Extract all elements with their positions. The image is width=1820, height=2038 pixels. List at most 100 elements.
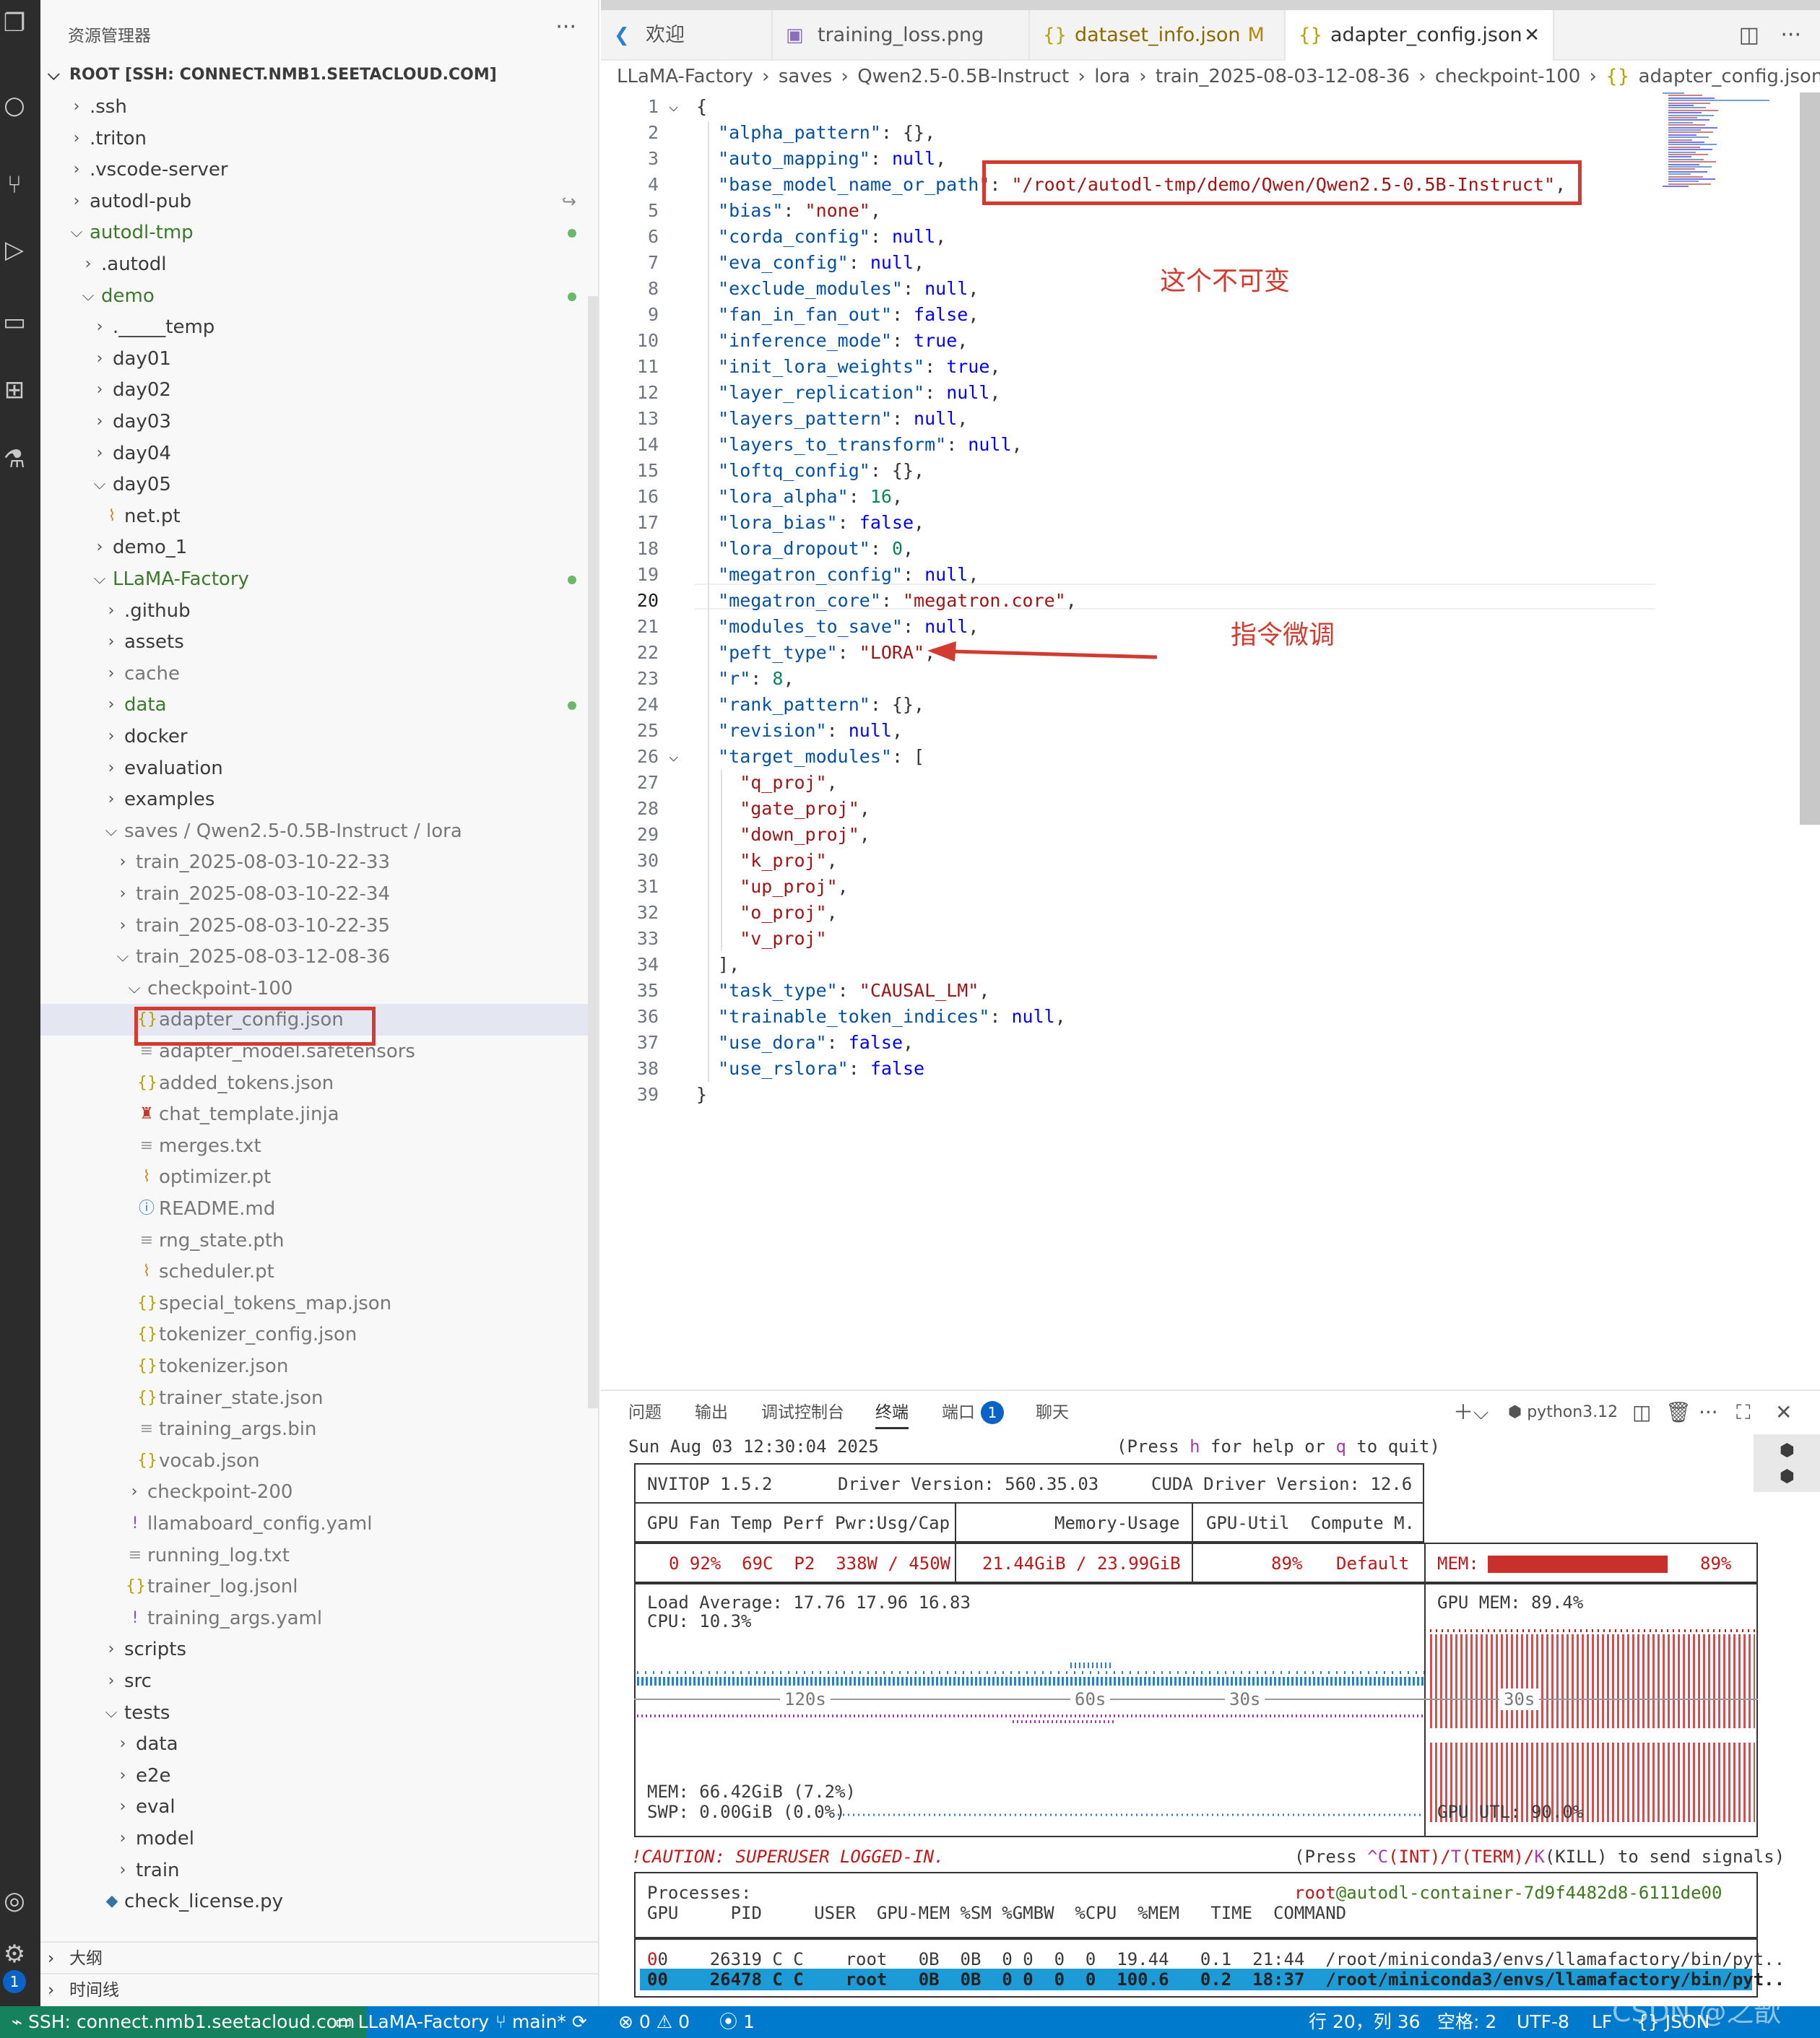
testing-icon[interactable]: ⚗ [0, 445, 29, 474]
tab-dataset-info[interactable]: {} dataset_info.json M [1030, 10, 1286, 61]
folder-item[interactable]: › day04 [40, 438, 598, 469]
code-line[interactable]: 20 "megatron_core": "megatron.core", [601, 588, 1800, 614]
code-line[interactable]: 1 ⌵ { [601, 94, 1800, 120]
tab-terminal[interactable]: 终端 [875, 1398, 909, 1429]
code-line[interactable]: 15 "loftq_config": {}, [601, 458, 1800, 484]
folder-item[interactable]: › .github [40, 595, 598, 627]
split-terminal-icon[interactable]: ◫ [1632, 1398, 1651, 1427]
code-line[interactable]: 32 "o_proj", [601, 900, 1800, 926]
folder-item[interactable]: › train_2025-08-03-10-22-34 [40, 878, 598, 910]
file-item[interactable]: {} tokenizer_config.json [40, 1319, 598, 1350]
folder-item[interactable]: › day02 [40, 374, 598, 406]
process-row-selected[interactable]: 00 26478 C C root 0B 0B 0 0 0 0 100.6 0.… [640, 1969, 1785, 1990]
folder-item[interactable]: › evaluation [40, 753, 598, 784]
tab-output[interactable]: 输出 [695, 1398, 728, 1427]
code-line[interactable]: 26 ⌵ "target_modules": [ [601, 744, 1800, 770]
code-line[interactable]: 6 "corda_config": null, [601, 224, 1800, 250]
split-editor-icon[interactable]: ◫ [1739, 10, 1759, 61]
code-line[interactable]: 38 "use_rslora": false [601, 1056, 1800, 1082]
editor-scrollbar[interactable] [1800, 92, 1820, 825]
folder-item[interactable]: › assets [40, 626, 598, 658]
file-item[interactable]: ◆ check_license.py [40, 1886, 598, 1917]
code-line[interactable]: 22 "peft_type": "LORA", [601, 640, 1800, 666]
file-item[interactable]: ⌇ scheduler.pt [40, 1256, 598, 1288]
file-item[interactable]: {} tokenizer.json [40, 1350, 598, 1382]
tab-adapter-config[interactable]: {} adapter_config.json ✕ [1286, 10, 1554, 61]
tab-problems[interactable]: 问题 [628, 1398, 662, 1427]
folder-item[interactable]: › day03 [40, 406, 598, 438]
remote-indicator[interactable]: ⌁ SSH: connect.nmb1.seetacloud.com [0, 2006, 367, 2038]
folder-item[interactable]: › e2e [40, 1760, 598, 1792]
folder-item[interactable]: ⌵ LLaMA-Factory [40, 563, 598, 595]
file-item[interactable]: ⓘ README.md [40, 1193, 598, 1225]
code-line[interactable]: 16 "lora_alpha": 16, [601, 484, 1800, 510]
folder-item[interactable]: › data [40, 689, 598, 721]
code-line[interactable]: 14 "layers_to_transform": null, [601, 432, 1800, 458]
run-debug-icon[interactable]: ▷ [0, 235, 29, 264]
outline-section[interactable]: › 大纲 [40, 1941, 598, 1973]
folder-item[interactable]: › autodl-pub ↪ [40, 186, 598, 217]
code-line[interactable]: 17 "lora_bias": false, [601, 510, 1800, 536]
folder-item[interactable]: › checkpoint-200 [40, 1476, 598, 1508]
minimap[interactable] [1661, 92, 1777, 208]
terminal-instance-icon[interactable]: ⬢ [1780, 1440, 1795, 1460]
folder-item[interactable]: › train_2025-08-03-10-22-35 [40, 910, 598, 942]
file-item[interactable]: {} trainer_state.json [40, 1382, 598, 1414]
timeline-section[interactable]: › 时间线 [40, 1973, 598, 2005]
terminal-output[interactable]: Sun Aug 03 12:30:04 2025 (Press h for he… [628, 1436, 1785, 2006]
code-line[interactable]: 10 "inference_mode": true, [601, 328, 1800, 354]
code-line[interactable]: 37 "use_dora": false, [601, 1030, 1800, 1056]
more-actions-icon[interactable]: ··· [1699, 1398, 1718, 1427]
folder-item[interactable]: › scripts [40, 1634, 598, 1665]
file-item[interactable]: {} added_tokens.json [40, 1067, 598, 1099]
maximize-panel-icon[interactable]: ⛶ [1736, 1398, 1751, 1427]
close-icon[interactable]: ✕ [1524, 10, 1540, 61]
branch-indicator[interactable]: ⑂ main* ⟳ [495, 2006, 587, 2038]
indentation[interactable]: 空格: 2 [1437, 2006, 1496, 2038]
file-item[interactable]: ⌇ net.pt [40, 500, 598, 532]
tab-debug-console[interactable]: 调试控制台 [761, 1398, 844, 1427]
end-of-line[interactable]: LF [1592, 2006, 1612, 2038]
terminal-list[interactable]: ⬢ ⬢ [1754, 1434, 1820, 1492]
folder-item[interactable]: ⌵ train_2025-08-03-12-08-36 [40, 941, 598, 973]
folder-item[interactable]: ⌵ checkpoint-100 [40, 973, 598, 1005]
code-line[interactable]: 25 "revision": null, [601, 718, 1800, 744]
folder-item[interactable]: ⌵ tests [40, 1697, 598, 1729]
file-item[interactable]: ≡ merges.txt [40, 1130, 598, 1162]
folder-item[interactable]: › train [40, 1855, 598, 1886]
manage-gear-icon[interactable]: ⚙ [0, 1940, 29, 1969]
folder-item[interactable]: › day01 [40, 343, 598, 375]
tab-chat[interactable]: 聊天 [1036, 1398, 1069, 1427]
file-item[interactable]: ≡ training_args.bin [40, 1413, 598, 1445]
code-line[interactable]: 11 "init_lora_weights": true, [601, 354, 1800, 380]
breadcrumb-item[interactable]: checkpoint-100 [1435, 66, 1580, 87]
breadcrumb-item[interactable]: saves [779, 66, 832, 87]
folder-item[interactable]: › src [40, 1665, 598, 1697]
source-control-icon[interactable]: ⑂ [0, 170, 29, 199]
folder-item[interactable]: › examples [40, 784, 598, 815]
code-line[interactable]: 12 "layer_replication": null, [601, 380, 1800, 406]
code-line[interactable]: 23 "r": 8, [601, 666, 1800, 692]
code-line[interactable]: 2 "alpha_pattern": {}, [601, 120, 1800, 146]
code-line[interactable]: 34 ], [601, 952, 1800, 978]
file-item[interactable]: ! llamaboard_config.yaml [40, 1508, 598, 1540]
workspace-indicator[interactable]: ▭ LLaMA-Factory [335, 2006, 489, 2038]
file-item[interactable]: ! training_args.yaml [40, 1603, 598, 1634]
code-line[interactable]: 27 "q_proj", [601, 770, 1800, 796]
code-line[interactable]: 31 "up_proj", [601, 874, 1800, 900]
code-line[interactable]: 21 "modules_to_save": null, [601, 614, 1800, 640]
trash-icon[interactable]: 🗑 [1665, 1398, 1691, 1427]
fold-chevron-icon[interactable]: ⌵ [669, 744, 678, 770]
breadcrumb-item[interactable]: train_2025-08-03-12-08-36 [1156, 66, 1410, 87]
code-line[interactable]: 35 "task_type": "CAUSAL_LM", [601, 978, 1800, 1004]
file-item[interactable]: ≡ rng_state.pth [40, 1225, 598, 1257]
fold-chevron-icon[interactable]: ⌵ [669, 94, 678, 120]
file-item[interactable]: {} vocab.json [40, 1445, 598, 1477]
search-icon[interactable]: ○ [0, 91, 29, 120]
sidebar-scrollbar[interactable] [588, 296, 598, 1408]
tab-training-loss[interactable]: ▣ training_loss.png [773, 10, 1030, 61]
process-row[interactable]: 00 26319 C C root 0B 0B 0 0 0 0 19.44 0.… [647, 1948, 1785, 1970]
folder-item[interactable]: › .ssh [40, 91, 598, 123]
account-icon[interactable]: ◎ [0, 1886, 29, 1915]
file-item[interactable]: ⌇ optimizer.pt [40, 1161, 598, 1193]
